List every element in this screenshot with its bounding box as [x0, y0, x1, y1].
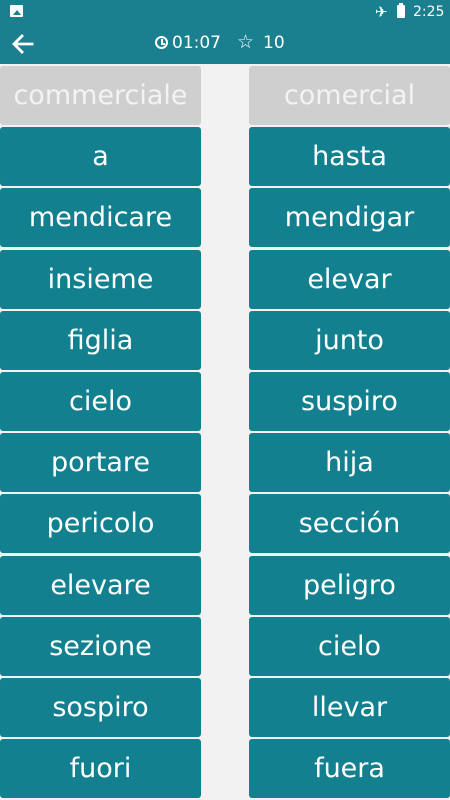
word-tile-left[interactable]: a	[0, 127, 201, 187]
airplane-icon: ✈	[375, 3, 388, 21]
status-time: 2:25	[413, 4, 445, 20]
word-tile-left[interactable]: elevare	[0, 555, 201, 615]
timer-value: 01:07	[172, 33, 221, 53]
word-tile-right[interactable]: junto	[249, 310, 450, 370]
clock-icon	[155, 36, 168, 49]
word-tile-left[interactable]: fuori	[0, 739, 201, 799]
word-tile-right[interactable]: suspiro	[249, 371, 450, 431]
status-bar: ✈ 2:25	[0, 0, 450, 24]
back-arrow-icon[interactable]	[10, 32, 36, 56]
italian-word-column: commerciale a mendicare insieme figlia c…	[0, 66, 201, 800]
image-icon	[10, 5, 23, 17]
word-tile-right[interactable]: hija	[249, 433, 450, 493]
word-tile-left: commerciale	[0, 66, 201, 125]
word-tile-right[interactable]: elevar	[249, 249, 450, 309]
word-tile-right[interactable]: mendigar	[249, 188, 450, 248]
star-icon: ☆	[237, 31, 255, 53]
battery-icon	[397, 3, 405, 18]
word-tile-left[interactable]: sezione	[0, 616, 201, 676]
word-tile-left[interactable]: insieme	[0, 249, 201, 309]
word-tile-left[interactable]: portare	[0, 433, 201, 493]
word-tile-right[interactable]: sección	[249, 494, 450, 554]
word-tile-right[interactable]: peligro	[249, 555, 450, 615]
word-tile-left[interactable]: pericolo	[0, 494, 201, 554]
word-tile-right: comercial	[249, 66, 450, 125]
word-tile-right[interactable]: llevar	[249, 677, 450, 737]
word-tile-right[interactable]: cielo	[249, 616, 450, 676]
app-bar: 01:07 ☆ 10	[0, 24, 450, 64]
word-tile-left[interactable]: figlia	[0, 310, 201, 370]
word-tile-left[interactable]: sospiro	[0, 677, 201, 737]
spanish-word-column: comercial hasta mendigar elevar junto su…	[249, 66, 450, 800]
word-tile-left[interactable]: cielo	[0, 371, 201, 431]
word-tile-right[interactable]: hasta	[249, 127, 450, 187]
score-value: 10	[263, 33, 285, 53]
word-tile-left[interactable]: mendicare	[0, 188, 201, 248]
word-tile-right[interactable]: fuera	[249, 739, 450, 799]
